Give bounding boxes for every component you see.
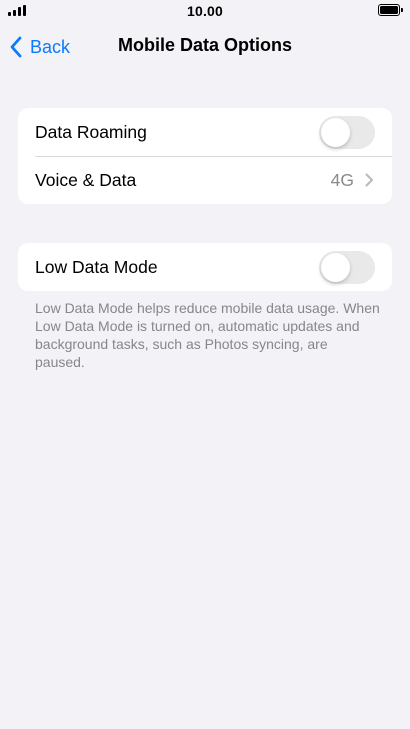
page-title: Mobile Data Options [117,35,292,55]
toggle-knob [321,118,350,147]
low-data-mode-description: Low Data Mode helps reduce mobile data u… [35,300,380,370]
voice-data-label: Voice & Data [35,170,137,190]
voice-data-value: 4G [330,170,354,190]
navigation-bar: Back Mobile Data Options [0,24,410,68]
chevron-right-icon [365,173,373,187]
settings-group-low-data: Low Data Mode [18,243,392,291]
data-roaming-toggle[interactable] [319,116,375,149]
data-roaming-row: Data Roaming [18,108,392,156]
status-time: 10.00 [186,3,224,19]
status-bar: 10.00 [0,0,410,24]
data-roaming-label: Data Roaming [35,122,147,142]
low-data-mode-row: Low Data Mode [18,243,392,291]
settings-group-roaming: Data Roaming Voice & Data 4G [18,108,392,204]
low-data-mode-label: Low Data Mode [35,257,158,277]
battery-icon [378,4,403,16]
toggle-knob [321,253,350,282]
low-data-mode-toggle[interactable] [319,251,375,284]
voice-data-row[interactable]: Voice & Data 4G [18,156,392,204]
